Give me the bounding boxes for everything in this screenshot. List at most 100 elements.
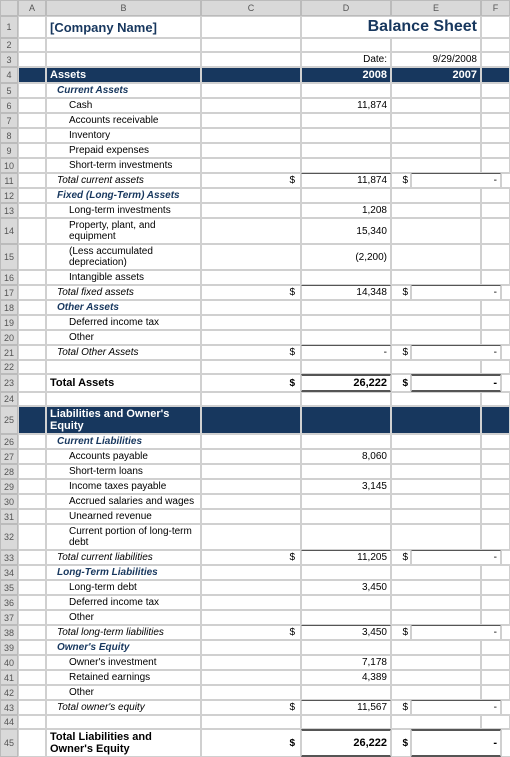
cell-f xyxy=(481,392,510,406)
row-number: 22 xyxy=(0,360,18,374)
line-item-2007 xyxy=(391,270,481,285)
cell-f xyxy=(481,98,510,113)
line-item-2008 xyxy=(301,315,391,330)
cell-a xyxy=(18,640,46,655)
sheet-row: 12Fixed (Long-Term) Assets xyxy=(0,188,510,203)
total-2007: - xyxy=(411,550,501,565)
cell-c xyxy=(201,479,301,494)
sheet-row: 26Current Liabilities xyxy=(0,434,510,449)
cell-a xyxy=(18,610,46,625)
row-number: 15 xyxy=(0,244,18,270)
sheet-row: 23Total Assets$26,222$- xyxy=(0,374,510,392)
date-value: 9/29/2008 xyxy=(391,52,481,67)
dollar-sign-e: $ xyxy=(391,345,411,360)
line-item-2007 xyxy=(391,449,481,464)
row-number: 37 xyxy=(0,610,18,625)
line-item-label: Retained earnings xyxy=(46,670,201,685)
cell-c xyxy=(201,270,301,285)
dollar-sign-e: $ xyxy=(391,729,411,757)
line-item-2008: 7,178 xyxy=(301,655,391,670)
row-number: 13 xyxy=(0,203,18,218)
line-item-2008: 3,450 xyxy=(301,580,391,595)
line-item-2008: 1,208 xyxy=(301,203,391,218)
cell-e xyxy=(391,38,481,52)
cell-c xyxy=(201,406,301,434)
cell-d xyxy=(301,565,391,580)
cell-f xyxy=(481,218,510,244)
cell-c xyxy=(201,98,301,113)
row-number: 11 xyxy=(0,173,18,188)
cell-f xyxy=(481,143,510,158)
dollar-sign-e: $ xyxy=(391,374,411,392)
cell-d xyxy=(301,83,391,98)
cell-c xyxy=(201,449,301,464)
sheet-row: 3Date:9/29/2008 xyxy=(0,52,510,67)
line-item-label: Long-term investments xyxy=(46,203,201,218)
line-item-label: Accrued salaries and wages xyxy=(46,494,201,509)
cell-b xyxy=(46,715,201,729)
cell-f xyxy=(481,315,510,330)
cell-f xyxy=(481,655,510,670)
sheet-row: 44 xyxy=(0,715,510,729)
line-item-label: Other xyxy=(46,330,201,345)
line-item-label: Short-term loans xyxy=(46,464,201,479)
row-number: 2 xyxy=(0,38,18,52)
cell-a xyxy=(18,360,46,374)
cell-c xyxy=(201,524,301,550)
line-item-label: Deferred income tax xyxy=(46,595,201,610)
row-number: 20 xyxy=(0,330,18,345)
cell-f xyxy=(481,128,510,143)
sheet-row: 19Deferred income tax xyxy=(0,315,510,330)
line-item-2007 xyxy=(391,685,481,700)
cell-a xyxy=(18,685,46,700)
cell-f xyxy=(481,203,510,218)
cell-f xyxy=(481,188,510,203)
line-item-2007 xyxy=(391,218,481,244)
cell-c xyxy=(201,67,301,83)
cell-a xyxy=(18,580,46,595)
cell-d xyxy=(301,38,391,52)
line-item-2008 xyxy=(301,685,391,700)
cell-a xyxy=(18,565,46,580)
cell-c xyxy=(201,494,301,509)
cell-e xyxy=(391,565,481,580)
cell-f xyxy=(481,434,510,449)
row-number: 24 xyxy=(0,392,18,406)
row-number: 36 xyxy=(0,595,18,610)
col-header-f: F xyxy=(481,0,510,16)
cell-a xyxy=(18,625,46,640)
cell-e xyxy=(391,434,481,449)
cell-f xyxy=(481,464,510,479)
cell-d xyxy=(301,640,391,655)
row-number: 8 xyxy=(0,128,18,143)
col-header-c: C xyxy=(201,0,301,16)
grand-total-2007: - xyxy=(411,374,501,392)
cell-f xyxy=(481,479,510,494)
line-item-2008: 15,340 xyxy=(301,218,391,244)
total-label: Total fixed assets xyxy=(46,285,201,300)
cell-f xyxy=(481,509,510,524)
cell-a xyxy=(18,218,46,244)
line-item-2007 xyxy=(391,244,481,270)
cell-f xyxy=(481,16,510,38)
cell-a xyxy=(18,188,46,203)
grand-total-label: Total Assets xyxy=(46,374,201,392)
sheet-row: 43Total owner's equity$11,567$- xyxy=(0,700,510,715)
total-2007: - xyxy=(411,173,501,188)
cell-e xyxy=(391,360,481,374)
total-label: Total owner's equity xyxy=(46,700,201,715)
total-label: Total Other Assets xyxy=(46,345,201,360)
sheet-row: 13 Long-term investments 1,208 xyxy=(0,203,510,218)
dollar-sign-e: $ xyxy=(391,550,411,565)
line-item-label: Other xyxy=(46,685,201,700)
sheet-row: 17Total fixed assets$14,348$- xyxy=(0,285,510,300)
section-header-2008: 2008 xyxy=(301,67,391,83)
row-number: 40 xyxy=(0,655,18,670)
cell-c xyxy=(201,315,301,330)
cell-f xyxy=(481,640,510,655)
total-2007: - xyxy=(411,625,501,640)
cell-f xyxy=(481,330,510,345)
category-header-label: Long-Term Liabilities xyxy=(46,565,201,580)
line-item-2008 xyxy=(301,509,391,524)
row-number: 27 xyxy=(0,449,18,464)
